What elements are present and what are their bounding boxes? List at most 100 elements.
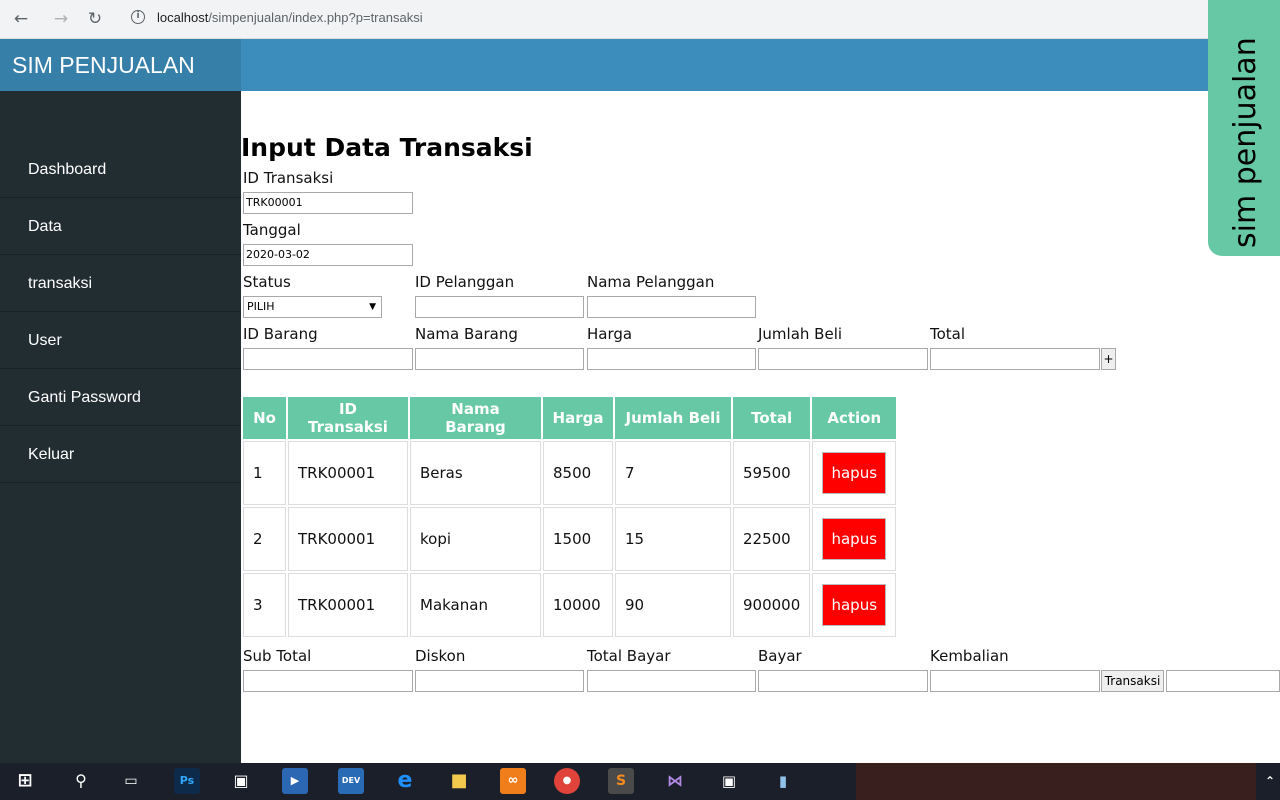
jumlah-beli-label: Jumlah Beli xyxy=(758,325,843,343)
col-header-jumlah-beli: Jumlah Beli xyxy=(615,397,731,439)
id-transaksi-label: ID Transaksi xyxy=(243,169,334,187)
total-bayar-input[interactable] xyxy=(587,670,756,692)
col-header-total: Total xyxy=(733,397,811,439)
cell-harga: 8500 xyxy=(543,441,613,505)
id-barang-input[interactable] xyxy=(243,348,413,370)
status-select[interactable]: PILIH ▼ xyxy=(243,296,382,318)
nama-pelanggan-label: Nama Pelanggan xyxy=(587,273,715,291)
id-barang-label: ID Barang xyxy=(243,325,318,343)
total-bayar-label: Total Bayar xyxy=(587,647,671,665)
cell-action: hapus xyxy=(812,573,897,637)
cell-id-transaksi: TRK00001 xyxy=(288,573,408,637)
sidebar-item-user[interactable]: User xyxy=(0,312,241,369)
url-text[interactable]: localhost/simpenjualan/index.php?p=trans… xyxy=(157,10,423,25)
cell-no: 2 xyxy=(243,507,286,571)
cell-id-transaksi: TRK00001 xyxy=(288,441,408,505)
sidebar-item-dashboard[interactable]: Dashboard xyxy=(0,141,241,198)
nama-pelanggan-input[interactable] xyxy=(587,296,756,318)
cell-nama-barang: kopi xyxy=(410,507,541,571)
edge-icon[interactable]: e xyxy=(392,768,418,794)
hapus-button[interactable]: hapus xyxy=(822,518,887,560)
dropdown-arrow-icon: ▼ xyxy=(369,302,376,312)
video-editor-icon[interactable]: ▣ xyxy=(716,768,742,794)
add-item-button[interactable]: + xyxy=(1101,348,1116,370)
sidebar-item-ganti-password[interactable]: Ganti Password xyxy=(0,369,241,426)
store-icon[interactable]: ▣ xyxy=(228,768,254,794)
id-pelanggan-input[interactable] xyxy=(415,296,584,318)
media-player-icon[interactable]: ▶ xyxy=(282,768,308,794)
table-row: 3 TRK00001 Makanan 10000 90 900000 hapus xyxy=(243,573,897,637)
windows-start-icon[interactable]: ⊞ xyxy=(12,768,38,794)
cell-nama-barang: Beras xyxy=(410,441,541,505)
url-path: /simpenjualan/index.php?p=transaksi xyxy=(208,10,423,25)
cell-harga: 1500 xyxy=(543,507,613,571)
nama-barang-label: Nama Barang xyxy=(415,325,518,343)
cell-action: hapus xyxy=(812,507,897,571)
harga-label: Harga xyxy=(587,325,633,343)
chrome-icon[interactable]: ● xyxy=(554,768,580,794)
transaction-table: No ID Transaksi Nama Barang Harga Jumlah… xyxy=(241,395,898,639)
jumlah-beli-input[interactable] xyxy=(758,348,928,370)
total-label: Total xyxy=(930,325,966,343)
xampp-icon[interactable]: ∞ xyxy=(500,768,526,794)
sidebar-item-data[interactable]: Data xyxy=(0,198,241,255)
col-header-nama-barang: Nama Barang xyxy=(410,397,541,439)
cell-total: 22500 xyxy=(733,507,811,571)
file-explorer-icon[interactable]: ■ xyxy=(446,768,472,794)
cell-no: 1 xyxy=(243,441,286,505)
status-selected-value: PILIH xyxy=(247,300,275,313)
cell-jumlah-beli: 15 xyxy=(615,507,731,571)
diskon-label: Diskon xyxy=(415,647,466,665)
back-arrow-icon[interactable]: ← xyxy=(10,8,32,30)
taskbar-background xyxy=(856,763,1256,800)
forward-arrow-icon[interactable]: → xyxy=(50,8,72,30)
bayar-label: Bayar xyxy=(758,647,802,665)
notepad-icon[interactable]: ▮ xyxy=(770,768,796,794)
col-header-harga: Harga xyxy=(543,397,613,439)
diskon-input[interactable] xyxy=(415,670,584,692)
extra-input[interactable] xyxy=(1166,670,1280,692)
sidebar: Dashboard Data transaksi User Ganti Pass… xyxy=(0,91,241,763)
search-icon[interactable]: ⚲ xyxy=(68,768,94,794)
nama-barang-input[interactable] xyxy=(415,348,584,370)
photoshop-icon[interactable]: Ps xyxy=(174,768,200,794)
url-host: localhost xyxy=(157,10,209,25)
cell-total: 900000 xyxy=(733,573,811,637)
bayar-input[interactable] xyxy=(758,670,928,692)
cell-nama-barang: Makanan xyxy=(410,573,541,637)
cell-no: 3 xyxy=(243,573,286,637)
tanggal-input[interactable]: 2020-03-02 xyxy=(243,244,413,266)
reload-icon[interactable]: ↻ xyxy=(84,8,106,30)
task-view-icon[interactable]: ▭ xyxy=(118,768,144,794)
table-header-row: No ID Transaksi Nama Barang Harga Jumlah… xyxy=(243,397,897,439)
harga-input[interactable] xyxy=(587,348,756,370)
sub-total-input[interactable] xyxy=(243,670,413,692)
hapus-button[interactable]: hapus xyxy=(822,452,887,494)
side-tab-label: sim penjualan xyxy=(1228,37,1263,248)
cell-jumlah-beli: 7 xyxy=(615,441,731,505)
cell-jumlah-beli: 90 xyxy=(615,573,731,637)
visual-studio-icon[interactable]: ⋈ xyxy=(662,768,688,794)
cell-action: hapus xyxy=(812,441,897,505)
sub-total-label: Sub Total xyxy=(243,647,312,665)
brand-title[interactable]: SIM PENJUALAN xyxy=(0,39,241,91)
total-input[interactable] xyxy=(930,348,1100,370)
id-transaksi-input[interactable]: TRK00001 xyxy=(243,192,413,214)
sidebar-item-transaksi[interactable]: transaksi xyxy=(0,255,241,312)
sublime-text-icon[interactable]: S xyxy=(608,768,634,794)
id-pelanggan-label: ID Pelanggan xyxy=(415,273,515,291)
cell-total: 59500 xyxy=(733,441,811,505)
transaksi-button[interactable]: Transaksi xyxy=(1101,670,1164,692)
sidebar-item-keluar[interactable]: Keluar xyxy=(0,426,241,483)
tanggal-label: Tanggal xyxy=(243,221,301,239)
devcpp-icon[interactable]: DEV xyxy=(338,768,364,794)
cell-harga: 10000 xyxy=(543,573,613,637)
hapus-button[interactable]: hapus xyxy=(822,584,887,626)
kembalian-label: Kembalian xyxy=(930,647,1009,665)
col-header-no: No xyxy=(243,397,286,439)
info-icon[interactable]: i xyxy=(131,10,145,24)
kembalian-input[interactable] xyxy=(930,670,1100,692)
page-title: Input Data Transaksi xyxy=(241,133,533,162)
table-row: 1 TRK00001 Beras 8500 7 59500 hapus xyxy=(243,441,897,505)
chevron-up-icon[interactable]: ⌃ xyxy=(1262,768,1278,794)
